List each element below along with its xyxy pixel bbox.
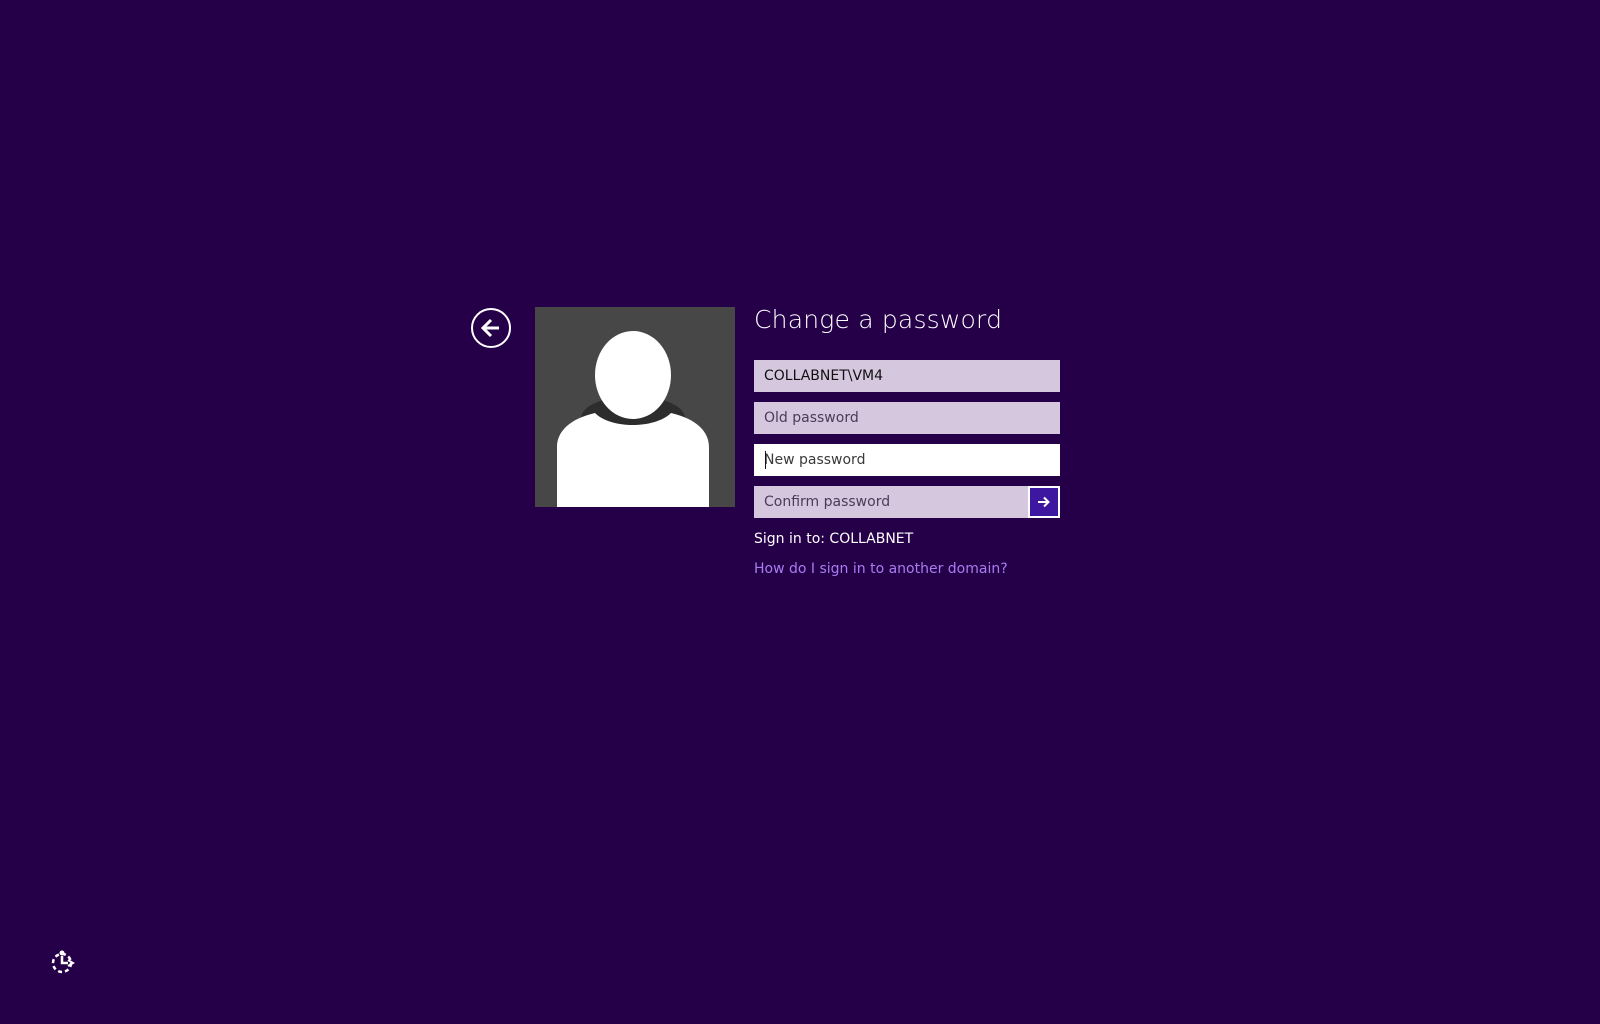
confirm-password-field[interactable]: [754, 486, 1028, 518]
arrow-left-icon: [480, 318, 499, 338]
old-password-field[interactable]: [754, 402, 1060, 434]
ease-of-access-button[interactable]: [49, 948, 77, 976]
user-silhouette-icon: [557, 331, 709, 507]
page-title: Change a password: [754, 305, 1003, 334]
change-password-screen: Change a password Sign in to: COLLABNET …: [0, 0, 1600, 1024]
change-password-panel: Change a password Sign in to: COLLABNET …: [754, 300, 1060, 579]
username-field-container: [754, 360, 1060, 392]
new-password-field[interactable]: [754, 444, 1060, 476]
confirm-password-field-container: [754, 486, 1060, 518]
sign-in-domain-text: Sign in to: COLLABNET: [754, 531, 914, 547]
username-field[interactable]: [754, 360, 1060, 392]
old-password-field-container: [754, 402, 1060, 434]
new-password-field-container: [754, 444, 1060, 476]
other-domain-link[interactable]: How do I sign in to another domain?: [754, 559, 1008, 579]
ease-of-access-icon: [51, 950, 75, 974]
avatar: [535, 307, 735, 507]
back-button[interactable]: [471, 308, 511, 348]
arrow-right-icon: [1038, 496, 1050, 508]
submit-button[interactable]: [1028, 486, 1060, 518]
text-cursor: [765, 451, 766, 469]
